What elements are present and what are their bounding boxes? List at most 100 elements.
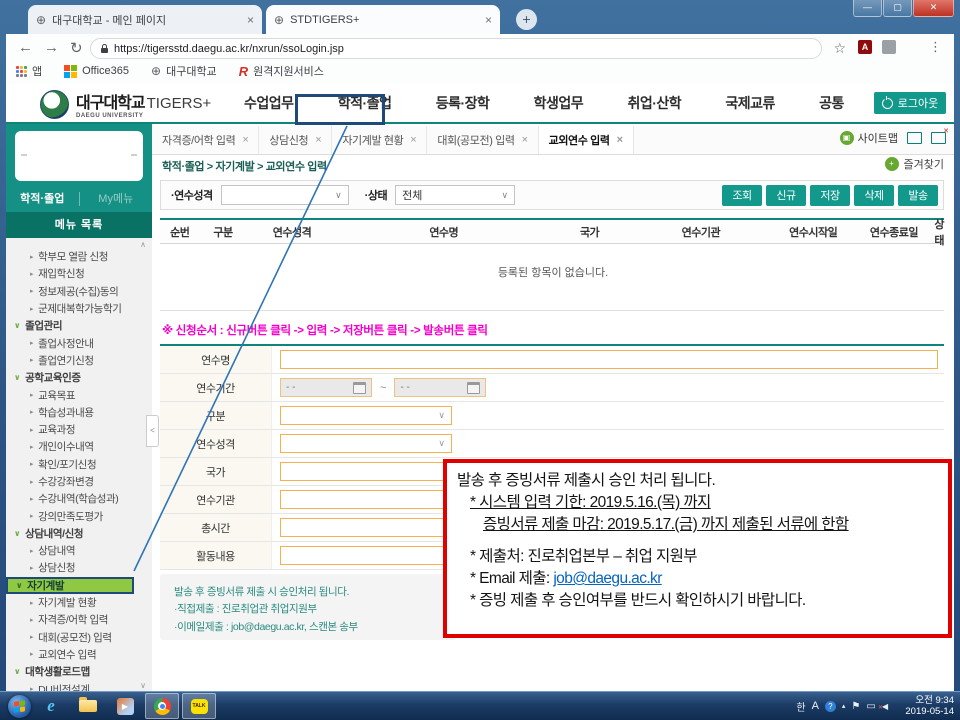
calendar-icon[interactable] [467, 382, 480, 394]
volume-muted-icon[interactable]: ▶ [882, 702, 888, 711]
new-tab-button[interactable]: + [516, 9, 537, 30]
sidebar-tab-records[interactable]: 학적·졸업 [6, 186, 79, 212]
sidebar-item[interactable]: ▸수강내역(학습성과) [6, 490, 152, 507]
close-tab-icon[interactable]: × [242, 134, 248, 146]
sidebar-category[interactable]: ∨공학교육인증 [6, 369, 152, 386]
close-tab-icon[interactable]: × [522, 134, 528, 146]
sidebar-item[interactable]: ▸교육과정 [6, 421, 152, 438]
sidebar-item[interactable]: ▸강의만족도평가 [6, 507, 152, 524]
tray-expand-icon[interactable]: ▴ [842, 702, 846, 710]
tab-certificate-language[interactable]: 자격증/어학 입력× [152, 126, 259, 154]
calendar-icon[interactable] [353, 382, 366, 394]
back-icon[interactable]: ← [18, 39, 33, 56]
add-favorite-button[interactable]: + 즐겨찾기 [885, 156, 944, 172]
close-tab-icon[interactable]: × [247, 13, 254, 27]
sidebar-item[interactable]: ▸확인/포기신청 [6, 456, 152, 473]
email-link[interactable]: job@daegu.ac.kr [553, 570, 661, 587]
bookmark-star-icon[interactable]: ☆ [833, 40, 846, 57]
address-bar[interactable]: https://tigersstd.daegu.ac.kr/nxrun/ssoL… [90, 38, 822, 59]
url-text[interactable]: https://tigersstd.daegu.ac.kr/nxrun/ssoL… [114, 43, 344, 55]
bookmark-remote-support[interactable]: R 원격지원서비스 [239, 63, 324, 79]
training-name-input[interactable] [280, 350, 938, 369]
taskbar-chrome-icon[interactable] [145, 693, 179, 719]
sidebar-category[interactable]: ∨대학생활로드맵 [6, 663, 152, 680]
bookmark-apps[interactable]: 앱 [16, 63, 42, 79]
nav-item-common[interactable]: 공통 [819, 93, 844, 113]
sidebar-item[interactable]: ▸재입학신청 [6, 265, 152, 282]
delete-button[interactable]: 삭제 [854, 185, 894, 206]
network-icon[interactable]: ▭ [866, 701, 875, 712]
institution-input[interactable] [280, 490, 454, 509]
bookmark-daegu-univ[interactable]: ⊕ 대구대학교 [151, 63, 217, 79]
ime-latin-icon[interactable]: A [812, 700, 819, 712]
help-tray-icon[interactable]: ? [825, 701, 836, 712]
sidebar-category[interactable]: ∨상담내역/신청 [6, 525, 152, 542]
nav-item-student-affairs[interactable]: 학생업무 [534, 93, 584, 113]
scroll-up-icon[interactable]: ∧ [140, 240, 146, 249]
sidebar-item[interactable]: ▸정보제공(수집)동의 [6, 283, 152, 300]
extension-icon[interactable] [882, 40, 896, 54]
nav-item-registration[interactable]: 등록·장학 [436, 93, 490, 113]
training-nature-select[interactable]: ∨ [280, 434, 452, 453]
start-date-input[interactable]: - - [280, 378, 372, 397]
close-all-windows-icon[interactable] [931, 132, 946, 144]
browser-tab-stdtigers[interactable]: ⊕ STDTIGERS+ × [266, 5, 500, 34]
sidebar-item[interactable]: ▸교육목표 [6, 386, 152, 403]
country-input[interactable] [280, 462, 454, 481]
taskbar-kakaotalk-icon[interactable]: TALK [182, 693, 216, 719]
tab-contest-input[interactable]: 대회(공모전) 입력× [427, 126, 538, 154]
sidebar-item[interactable]: ▸개인이수내역 [6, 438, 152, 455]
sidebar-item[interactable]: ▸군제대복학가능학기 [6, 300, 152, 317]
sidebar-item[interactable]: ▸대회(공모전) 입력 [6, 629, 152, 646]
end-date-input[interactable]: - - [394, 378, 486, 397]
sidebar-category[interactable]: ∨졸업관리 [6, 317, 152, 334]
category-select[interactable]: ∨ [280, 406, 452, 425]
sidebar-item[interactable]: ▸교외연수 입력 [6, 646, 152, 663]
sidebar-category-self-development[interactable]: ∨자기계발 [6, 577, 134, 594]
sidebar-item[interactable]: ▸수강강좌변경 [6, 473, 152, 490]
sidebar-item[interactable]: ▸학습성과내용 [6, 404, 152, 421]
start-button[interactable] [8, 695, 31, 718]
sidebar-collapse-handle[interactable]: < [146, 415, 159, 447]
sidebar-item[interactable]: ▸상담신청 [6, 559, 152, 576]
send-button[interactable]: 발송 [898, 185, 938, 206]
new-button[interactable]: 신규 [766, 185, 806, 206]
nav-item-classes[interactable]: 수업업무 [244, 93, 294, 113]
minimize-button[interactable]: — [853, 0, 882, 17]
sitemap-button[interactable]: ▣ 사이트맵 [840, 130, 898, 146]
sidebar-item[interactable]: ▸상담내역 [6, 542, 152, 559]
reload-icon[interactable]: ↻ [70, 39, 83, 57]
close-tab-icon[interactable]: × [410, 134, 416, 146]
taskbar-mediaplayer-icon[interactable]: ▶ [108, 693, 142, 719]
close-window-button[interactable]: ✕ [913, 0, 954, 17]
sidebar-item[interactable]: ▸자기계발 현황 [6, 594, 152, 611]
close-tab-icon[interactable]: × [315, 134, 321, 146]
search-button[interactable]: 조회 [722, 185, 762, 206]
taskbar-ie-icon[interactable]: e [34, 693, 68, 719]
forward-icon[interactable]: → [44, 39, 59, 56]
adobe-extension-icon[interactable]: A [858, 40, 872, 54]
nav-item-international[interactable]: 국제교류 [725, 93, 775, 113]
sidebar-item[interactable]: ▸자격증/어학 입력 [6, 611, 152, 628]
taskbar-explorer-icon[interactable] [71, 693, 105, 719]
close-tab-icon[interactable]: × [485, 13, 492, 27]
tab-counsel-request[interactable]: 상담신청× [259, 126, 332, 154]
browser-menu-icon[interactable]: ⋮ [929, 39, 942, 55]
save-button[interactable]: 저장 [810, 185, 850, 206]
scroll-down-icon[interactable]: ∨ [140, 681, 146, 690]
action-center-flag-icon[interactable]: ⚑ [851, 701, 860, 712]
university-logo[interactable]: 대구대학교TIGERS+ DAEGU UNIVERSITY [40, 89, 211, 119]
sidebar-item[interactable]: ▸졸업연기신청 [6, 352, 152, 369]
bookmark-office365[interactable]: Office365 [64, 65, 129, 78]
logout-button[interactable]: 로그아웃 [874, 92, 946, 114]
close-tab-icon[interactable]: × [617, 134, 623, 146]
ime-korean-icon[interactable]: 한 [796, 699, 805, 714]
sidebar-tab-mymenu[interactable]: My메뉴 [80, 186, 153, 212]
nav-item-employment[interactable]: 취업·산학 [627, 93, 681, 113]
status-filter-select[interactable]: 전체 ∨ [395, 185, 515, 205]
cascade-windows-icon[interactable] [907, 132, 922, 144]
sidebar-item[interactable]: ▸졸업사정안내 [6, 334, 152, 351]
tab-self-development-status[interactable]: 자기계발 현황× [332, 126, 427, 154]
maximize-button[interactable]: ▢ [883, 0, 912, 17]
taskbar-clock[interactable]: 오전 9:34 2019-05-14 [905, 695, 954, 717]
